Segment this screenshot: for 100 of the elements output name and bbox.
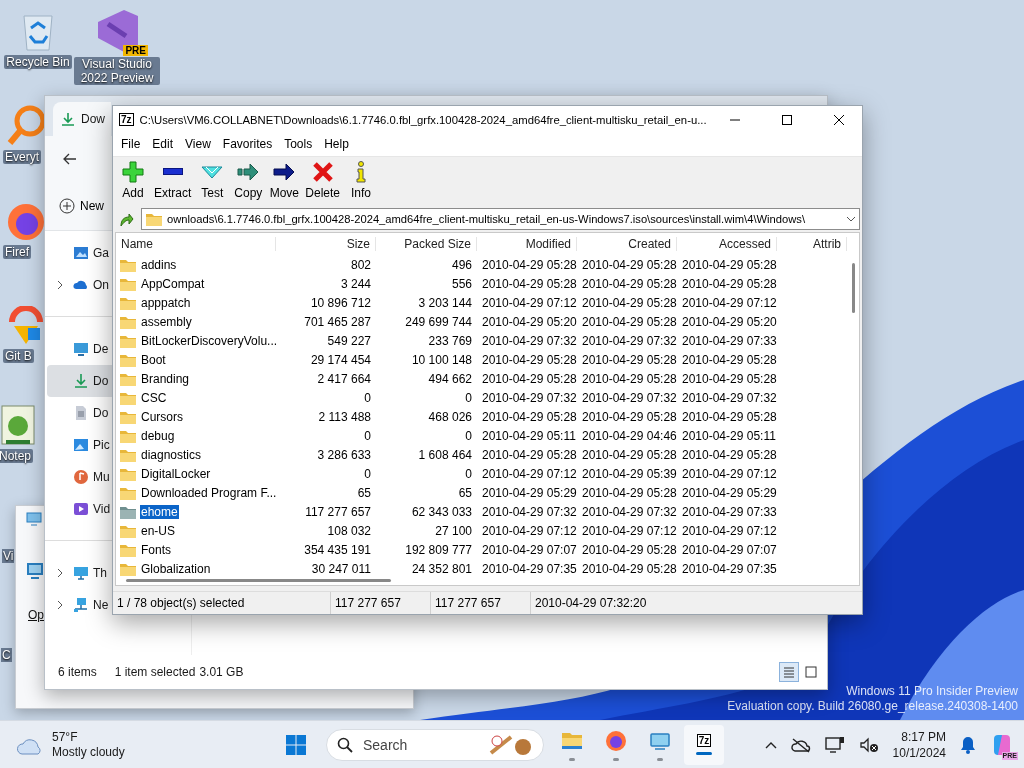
nav-item[interactable]: On (47, 269, 112, 301)
nav-label: Do (93, 374, 109, 388)
nav-item[interactable]: Ne (47, 589, 112, 621)
toolbar-button[interactable]: Delete (302, 159, 344, 200)
menu-item[interactable]: Edit (146, 137, 180, 152)
desktop-icon-label[interactable]: Firef (3, 245, 31, 259)
column-header[interactable]: Size (276, 237, 376, 252)
file-name[interactable]: assembly (140, 314, 193, 329)
scrollbar[interactable] (852, 263, 855, 314)
nav-label: Do (93, 406, 109, 420)
desktop-icon-label[interactable]: Recycle Bin (4, 55, 72, 69)
cloud-off-icon[interactable] (790, 736, 811, 753)
file-name[interactable]: CSC (140, 390, 168, 405)
clock[interactable]: 8:17 PM 10/1/2024 (892, 728, 946, 761)
chevron-right-icon[interactable] (57, 280, 63, 290)
table-cell-text: 2010-04-29 05:28 (581, 447, 677, 462)
desktop-icon-label[interactable]: Everyt (3, 150, 41, 164)
speaker-muted-icon[interactable] (858, 736, 879, 753)
chevron-right-icon[interactable] (57, 568, 63, 578)
chevron-right-icon[interactable] (57, 600, 63, 610)
table-cell-text: 2 113 488 (317, 409, 372, 424)
toolbar-button[interactable]: Add (115, 159, 151, 200)
desktop-icon-label[interactable]: Vi (2, 549, 15, 563)
file-name[interactable]: en-US (140, 523, 176, 538)
menu-item[interactable]: File (115, 137, 147, 152)
nav-item[interactable]: Ga (47, 237, 112, 269)
column-header[interactable]: Attrib (777, 237, 847, 252)
clock-date: 10/1/2024 (892, 744, 946, 761)
file-name[interactable]: diagnostics (140, 447, 203, 462)
taskbar-app-button[interactable]: 7z (684, 724, 724, 765)
nav-item[interactable]: Vid (47, 493, 112, 525)
file-name[interactable]: Fonts (140, 542, 172, 557)
file-name[interactable]: ehome (140, 504, 179, 519)
file-name[interactable]: addins (140, 257, 178, 272)
file-name[interactable]: DigitalLocker (140, 466, 212, 481)
search-field[interactable]: Search (326, 728, 544, 761)
view-button[interactable] (779, 662, 799, 682)
nav-item[interactable]: De (47, 333, 112, 365)
table-cell-text: 2010-04-29 07:33 (681, 333, 777, 348)
link[interactable]: Op (28, 608, 44, 622)
app-logo: 7z (696, 734, 712, 747)
file-name[interactable]: BitLockerDiscoveryVolu... (140, 333, 279, 348)
bell-icon[interactable] (960, 735, 976, 754)
desktop-icon-label[interactable]: C (1, 648, 12, 662)
picture-icon (73, 437, 89, 453)
nav-item[interactable]: Do (47, 365, 112, 397)
nav-item[interactable]: Pic (47, 429, 112, 461)
temperature: 57°F (52, 729, 79, 745)
menu-item[interactable]: Tools (278, 137, 319, 152)
column-header[interactable]: Packed Size (376, 237, 477, 252)
file-name[interactable]: debug (140, 428, 176, 443)
file-name[interactable]: Boot (140, 352, 167, 367)
desktop-icon-label[interactable]: Notep (0, 449, 34, 463)
nav-item[interactable]: Th (47, 557, 112, 589)
toolbar-button[interactable]: Copy (230, 159, 267, 200)
table-cell-text: 3 286 633 (316, 447, 372, 462)
file-name[interactable]: Branding (140, 371, 191, 386)
toolbar-button[interactable]: Test (194, 159, 231, 200)
menu-item[interactable]: View (179, 137, 217, 152)
status-text: 117 277 657 (431, 592, 531, 614)
file-name[interactable]: AppCompat (140, 276, 206, 291)
dropdown-caret-icon[interactable] (846, 216, 856, 223)
table-cell-text: 2010-04-29 07:07 (481, 542, 577, 557)
nav-item[interactable]: Do (47, 397, 112, 429)
desktop-icon-label[interactable]: Git B (3, 349, 34, 363)
delete-x-icon (310, 159, 335, 184)
table-cell-text: 2010-04-29 07:35 (681, 561, 777, 576)
network-icon[interactable] (824, 735, 845, 754)
chevron-up-icon[interactable] (764, 740, 777, 749)
file-name[interactable]: Cursors (140, 409, 184, 424)
scrollbar[interactable] (126, 579, 391, 583)
file-name[interactable]: Downloaded Program F... (140, 485, 278, 500)
back-arrow-icon[interactable] (63, 152, 77, 165)
new-button[interactable]: New (57, 193, 106, 218)
monitor-icon (26, 512, 42, 526)
table-cell-text: 2010-04-29 05:28 (581, 295, 677, 310)
gallery-icon (73, 245, 89, 261)
path-field[interactable]: ownloads\6.1.7746.0.fbl_grfx.100428-2024_amd64fre_client-multisku_retail_en-us-Windows7.iso\sources\install.wim\4\Windows\ (141, 208, 860, 231)
nav-item[interactable]: Mu (47, 461, 112, 493)
column-header[interactable]: Modified (477, 237, 577, 252)
menu-item[interactable]: Favorites (216, 137, 279, 152)
column-header[interactable]: Accessed (677, 237, 777, 252)
toolbar-button[interactable]: Info (343, 159, 380, 200)
table-cell-text: 30 247 011 (310, 561, 372, 576)
running-indicator (657, 757, 663, 761)
desktop-icon-label[interactable]: Visual Studio 2022 Preview (74, 57, 160, 85)
table-cell-text: 2010-04-29 05:28 (681, 276, 777, 291)
table-cell-text: 233 769 (427, 333, 473, 348)
toolbar-button[interactable]: Move (266, 159, 303, 200)
toolbar-button[interactable]: Extract (151, 159, 195, 200)
file-name[interactable]: apppatch (140, 295, 192, 310)
file-name[interactable]: Globalization (140, 561, 212, 576)
window-tab[interactable]: Dow (53, 102, 111, 136)
menu-item[interactable]: Help (318, 137, 355, 152)
close-icon (833, 113, 846, 126)
column-header[interactable]: Created (577, 237, 677, 252)
monitor-icon (73, 565, 89, 581)
column-header[interactable]: Name (116, 237, 276, 252)
plus-icon (121, 159, 145, 184)
folder-icon (145, 211, 163, 228)
